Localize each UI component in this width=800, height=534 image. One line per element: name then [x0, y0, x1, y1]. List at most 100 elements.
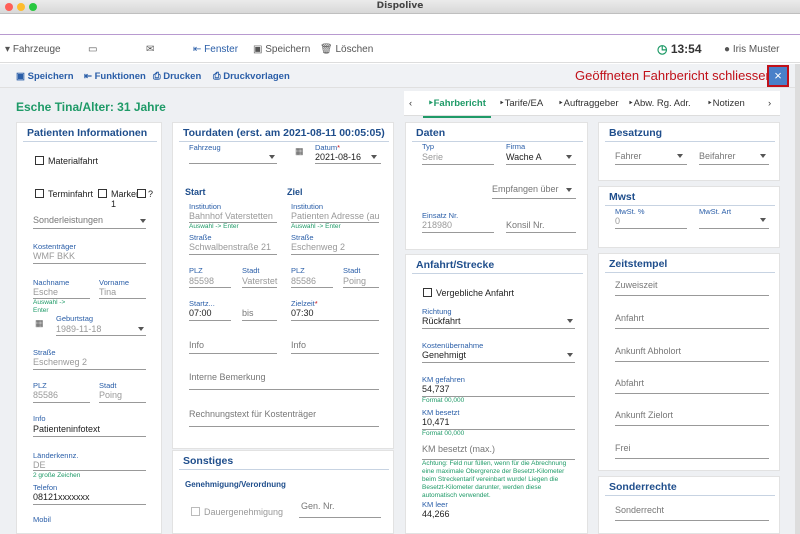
km-leer-field[interactable]: 44,266 [422, 509, 450, 519]
firma-select[interactable]: Wache A [506, 152, 542, 162]
sonderleistungen-select[interactable]: Sonderleistungen [33, 215, 103, 225]
tab-abw-rg-adr[interactable]: ‣Abw. Rg. Adr. [628, 98, 691, 109]
patient-header: Esche Tina/Alter: 31 Jahre [16, 100, 166, 114]
beifahrer-select[interactable]: Beifahrer [699, 151, 736, 161]
vorname-field[interactable]: Tina [99, 287, 116, 297]
rechnungstext-field[interactable]: Rechnungstext für Kostenträger [189, 409, 316, 419]
materialfahrt-label: Materialfahrt [48, 156, 99, 166]
dauergenehmigung-checkbox[interactable] [191, 507, 200, 516]
telefon-field[interactable]: 08121xxxxxxx [33, 492, 90, 502]
window-button[interactable]: ⇤ Fenster [193, 44, 238, 55]
marker-checkbox[interactable] [98, 189, 107, 198]
abfahrt-field[interactable]: Abfahrt [615, 378, 644, 388]
plz-field[interactable]: 85586 [33, 390, 58, 400]
kostentraeger-field[interactable]: WMF BKK [33, 251, 75, 261]
user-menu[interactable]: ● Iris Muster [724, 44, 780, 55]
vehicles-menu[interactable]: ▾ Fahrzeuge [5, 44, 61, 55]
start-strasse-field[interactable]: Schwalbenstraße 21 [189, 242, 271, 252]
save-action-button[interactable]: ▣ Speichern [16, 71, 74, 82]
geburtstag-field[interactable]: 1989-11-18 [56, 324, 101, 334]
datum-field[interactable]: 2021-08-16 [315, 152, 361, 162]
km-gefahren-label: KM gefahren [422, 375, 465, 384]
vergebliche-anfahrt-checkbox[interactable] [423, 288, 432, 297]
interne-bemerkung-field[interactable]: Interne Bemerkung [189, 372, 266, 382]
km-gefahren-format-hint: Format 00,000 [422, 397, 465, 404]
terminfahrt-checkbox[interactable] [35, 189, 44, 198]
window-title: Dispolive [376, 1, 424, 11]
tour-card: Tourdaten (erst. am 2021-08-11 00:05:05)… [172, 122, 394, 449]
mail-icon[interactable]: ✉ [146, 44, 154, 55]
card-title: Sonstiges [183, 455, 234, 467]
nachname-field[interactable]: Esche [33, 287, 58, 297]
print-templates-button[interactable]: ⎙ Druckvorlagen [213, 71, 290, 82]
ankunft-zielort-field[interactable]: Ankunft Zielort [615, 410, 673, 420]
plz-label: PLZ [33, 381, 47, 390]
start-institution-field[interactable]: Bahnhof Vaterstetten [189, 211, 273, 221]
km-leer-label: KM leer [422, 500, 448, 509]
fahrer-select[interactable]: Fahrer [615, 151, 642, 161]
scrollbar[interactable] [795, 64, 800, 534]
strasse-field[interactable]: Eschenweg 2 [33, 357, 87, 367]
zielzeit-field[interactable]: 07:30 [291, 308, 314, 318]
anfahrt-time-field[interactable]: Anfahrt [615, 313, 644, 323]
calendar-icon[interactable]: ▦ [35, 318, 44, 329]
tab-scroll-right-icon[interactable]: › [768, 98, 771, 109]
delete-button[interactable]: 🗑 Löschen [320, 44, 373, 55]
print-button[interactable]: ⎙ Drucken [153, 71, 201, 82]
gen-nr-field[interactable]: Gen. Nr. [301, 501, 335, 511]
ankunft-abholort-field[interactable]: Ankunft Abholort [615, 346, 681, 356]
ziel-institution-label: Institution [291, 202, 324, 211]
ziel-info-field[interactable]: Info [291, 340, 306, 350]
marker-number: 1 [111, 199, 117, 209]
tab-tarife[interactable]: ‣Tarife/EA [499, 98, 543, 109]
empfangen-select[interactable]: Empfangen über [492, 184, 559, 194]
mwst-art-select[interactable] [699, 228, 769, 229]
sonderrecht-field[interactable]: Sonderrecht [615, 505, 664, 515]
tab-auftraggeber[interactable]: ‣Auftraggeber [558, 98, 619, 109]
km-gefahren-field[interactable]: 54,737 [422, 384, 450, 394]
start-stadt-field[interactable]: Vaterstet [242, 276, 277, 286]
mwst-pct-field[interactable]: 0 [615, 216, 620, 226]
terminfahrt-label: Terminfahrt [48, 189, 94, 199]
tab-label: Abw. Rg. Adr. [633, 98, 691, 109]
tab-notizen[interactable]: ‣Notizen [707, 98, 745, 109]
frei-field[interactable]: Frei [615, 443, 631, 453]
tab-fahrbericht[interactable]: ‣Fahrbericht [428, 98, 486, 109]
stadt-field[interactable]: Poing [99, 390, 122, 400]
ziel-plz-field[interactable]: 85586 [291, 276, 316, 286]
konsil-field[interactable]: Konsil Nr. [506, 220, 545, 230]
start-institution-label: Institution [189, 202, 222, 211]
startzeit-field[interactable]: 07:00 [189, 308, 212, 318]
daten-card: Daten Typ Serie Firma Wache A Empfangen … [405, 122, 588, 250]
start-strasse-label: Straße [189, 233, 212, 242]
kostenuebernahme-select[interactable]: Genehmigt [422, 350, 466, 360]
laenderkennz-field[interactable]: DE [33, 460, 46, 470]
typ-field[interactable]: Serie [422, 152, 443, 162]
info-field[interactable]: Patienteninfotext [33, 424, 100, 434]
start-info-field[interactable]: Info [189, 340, 204, 350]
tab-scroll-left-icon[interactable]: ‹ [409, 98, 412, 109]
fahrzeug-select[interactable] [189, 163, 277, 164]
card-title: Sonderrechte [609, 481, 677, 493]
start-plz-field[interactable]: 85598 [189, 276, 214, 286]
einsatz-field[interactable]: 218980 [422, 220, 452, 230]
richtung-select[interactable]: Rückfahrt [422, 316, 461, 326]
save-toolbar-button[interactable]: ▣ Speichern [253, 44, 310, 55]
functions-button[interactable]: ⇤ Funktionen [84, 71, 146, 82]
card-title: Mwst [609, 191, 636, 203]
mobil-label: Mobil [33, 515, 51, 524]
ziel-stadt-field[interactable]: Poing [343, 276, 366, 286]
zuweiszeit-field[interactable]: Zuweiszeit [615, 280, 658, 290]
ambulance-icon[interactable]: ▭ [88, 44, 97, 55]
question-checkbox[interactable] [137, 189, 146, 198]
bis-field[interactable]: bis [242, 308, 254, 318]
ziel-strasse-field[interactable]: Eschenweg 2 [291, 242, 345, 252]
ziel-stadt-label: Stadt [343, 266, 361, 275]
mwst-pct-label: MwSt. % [615, 207, 645, 216]
materialfahrt-checkbox[interactable] [35, 156, 44, 165]
km-besetzt-field[interactable]: 10,471 [422, 417, 450, 427]
ziel-institution-field[interactable]: Patienten Adresse (au [291, 211, 379, 221]
calendar-icon[interactable]: ▦ [295, 146, 304, 157]
close-report-button[interactable]: × [767, 65, 789, 87]
km-besetzt-max-field[interactable]: KM besetzt (max.) [422, 444, 495, 454]
